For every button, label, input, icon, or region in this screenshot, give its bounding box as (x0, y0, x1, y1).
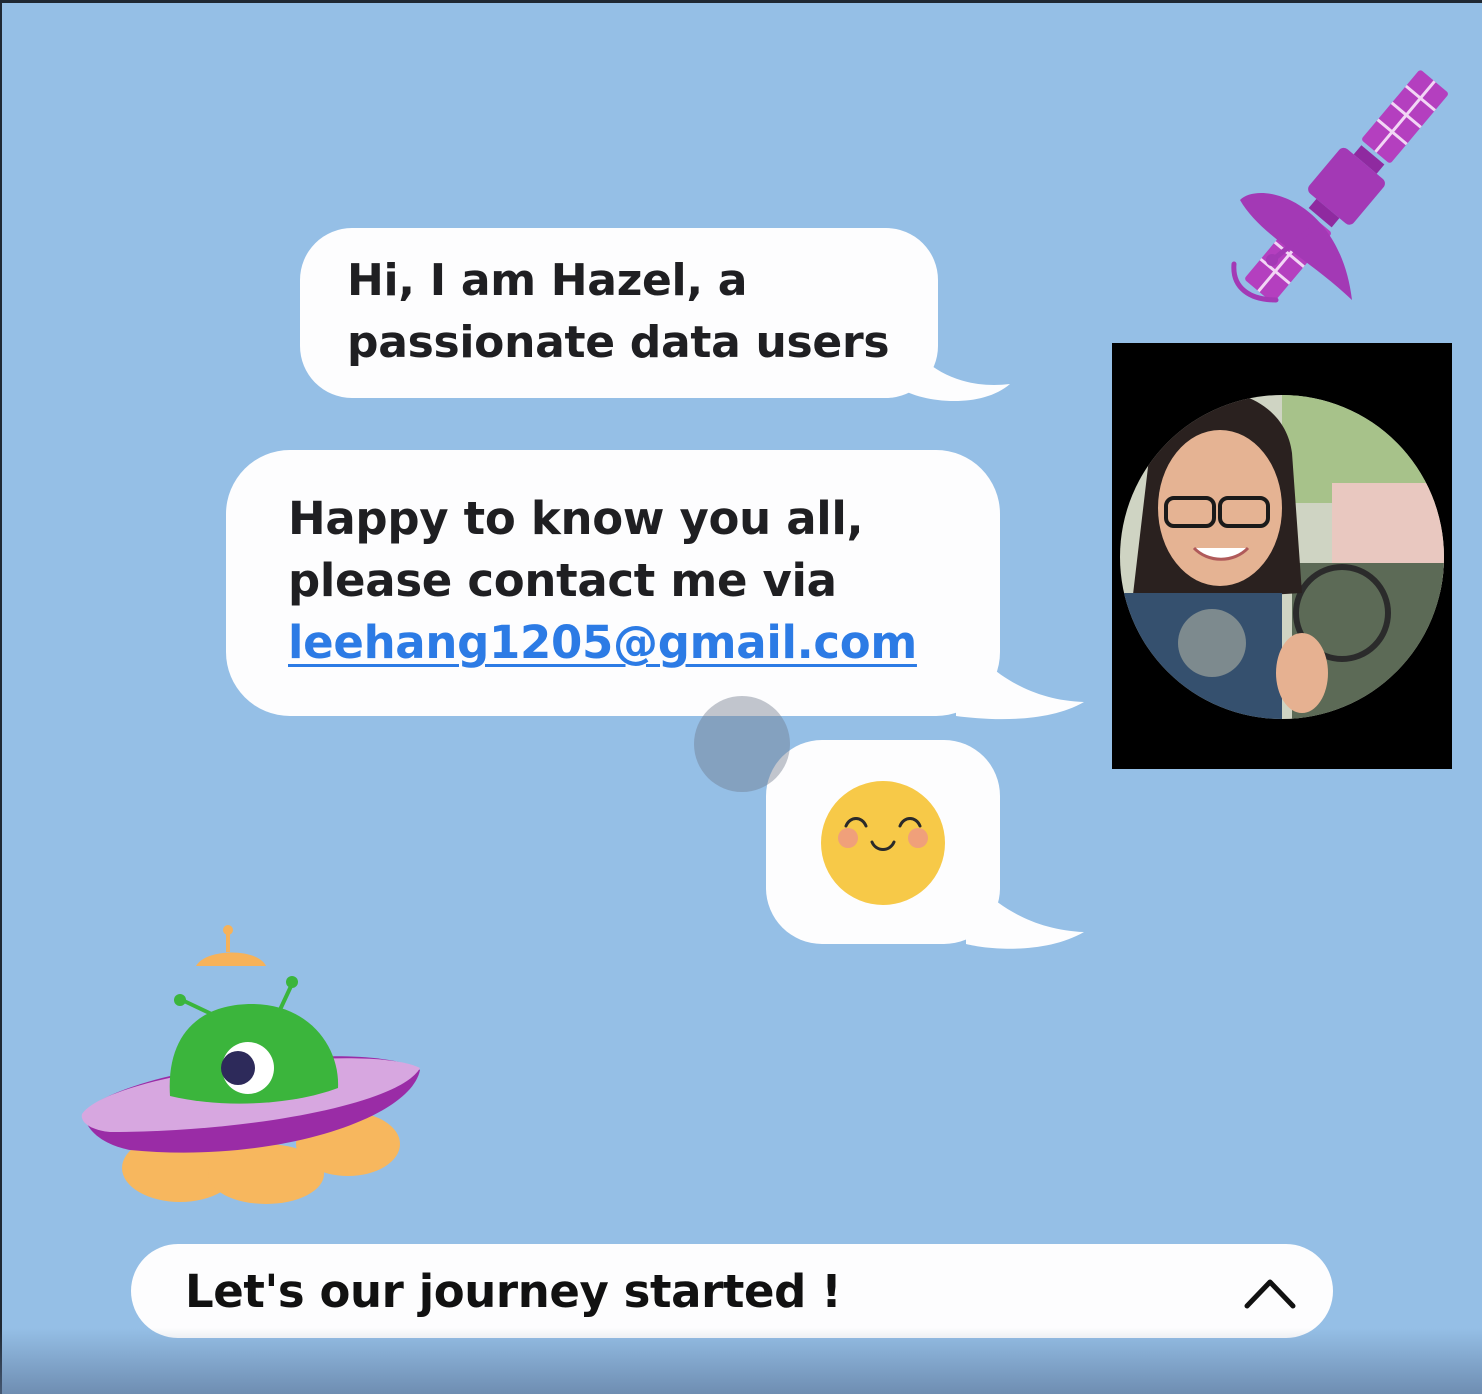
journey-start-label: Let's our journey started ! (185, 1265, 842, 1318)
reaction-bubble (766, 740, 1084, 949)
bubble-tail (900, 328, 1010, 402)
bubble-tail (956, 630, 1084, 720)
satellite-icon (1231, 70, 1448, 303)
contact-message-text: Happy to know you all, please contact me… (288, 488, 917, 674)
email-link[interactable]: leehang1205@gmail.com (288, 616, 917, 669)
profile-photo (1112, 343, 1452, 769)
intro-message-bubble: Hi, I am Hazel, a passionate data users (300, 228, 1010, 402)
bubble-tail (966, 870, 1084, 949)
alien-ufo-icon (81, 925, 420, 1204)
cursor-pointer-indicator (694, 696, 790, 792)
contact-message-bubble: Happy to know you all, please contact me… (226, 450, 1084, 720)
journey-start-bar[interactable]: Let's our journey started ! (131, 1244, 1333, 1338)
contact-message-prefix: Happy to know you all, please contact me… (288, 492, 864, 607)
intro-message-text: Hi, I am Hazel, a passionate data users (347, 255, 890, 368)
smiley-face-icon (821, 781, 945, 905)
chevron-up-icon[interactable] (1243, 1272, 1297, 1312)
profile-avatar (1120, 395, 1444, 719)
